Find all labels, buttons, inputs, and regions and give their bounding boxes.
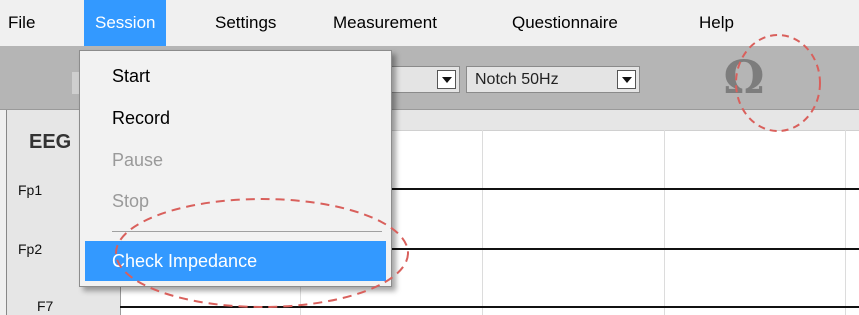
channel-label-f7: F7	[37, 298, 54, 314]
menu-bar: File Session Settings Measurement Questi…	[0, 0, 859, 46]
filter-select-value: Notch 50Hz	[475, 71, 559, 88]
menu-settings[interactable]: Settings	[215, 0, 276, 46]
menu-help[interactable]: Help	[699, 0, 734, 46]
menu-measurement[interactable]: Measurement	[333, 0, 437, 46]
menu-session[interactable]: Session	[84, 0, 167, 46]
menu-questionnaire[interactable]: Questionnaire	[512, 0, 618, 46]
menu-item-start[interactable]: Start	[85, 56, 386, 96]
chevron-down-icon[interactable]	[617, 70, 636, 89]
menu-item-stop[interactable]: Stop	[85, 181, 386, 221]
eeg-trace-f7	[120, 306, 859, 308]
menu-item-record[interactable]: Record	[85, 98, 386, 138]
session-menu: Start Record Pause Stop Check Impedance	[79, 50, 392, 287]
omega-icon[interactable]: Ω	[714, 50, 774, 104]
menu-item-check-impedance[interactable]: Check Impedance	[85, 241, 386, 281]
menu-item-pause[interactable]: Pause	[85, 140, 386, 180]
grid-line	[845, 130, 846, 315]
chevron-down-icon[interactable]	[437, 70, 456, 89]
menu-separator	[112, 231, 382, 232]
grid-line	[664, 130, 665, 315]
channel-label-fp1: Fp1	[18, 182, 43, 198]
channel-label-fp2: Fp2	[18, 241, 43, 257]
menu-file[interactable]: File	[8, 0, 35, 46]
filter-select[interactable]: Notch 50Hz	[466, 66, 640, 93]
eeg-title: EEG	[29, 131, 72, 153]
grid-line	[482, 130, 483, 315]
